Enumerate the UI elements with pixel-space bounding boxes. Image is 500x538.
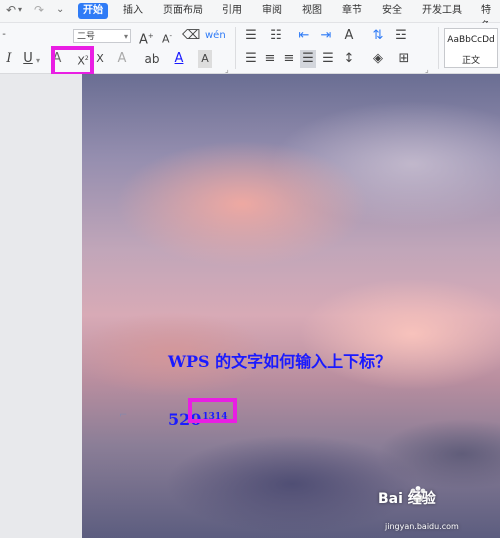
sort-icon[interactable]: ⇅ (370, 27, 386, 45)
decrease-font-icon[interactable]: A- (160, 27, 174, 46)
char-border-icon[interactable]: A (198, 50, 212, 68)
tab-view[interactable]: 视图 (302, 3, 322, 19)
bullets-icon[interactable]: ☰ (243, 27, 259, 45)
numbering-icon[interactable]: ☷ (268, 27, 284, 45)
font-size-select[interactable]: 二号 ▾ (73, 29, 131, 43)
italic-icon[interactable]: I (4, 50, 14, 68)
font-name-edge[interactable]: - (0, 26, 8, 44)
underline-dropdown-icon[interactable]: ▾ (36, 52, 40, 70)
tab-references[interactable]: 引用 (222, 3, 242, 19)
watermark-url: jingyan.baidu.com (385, 522, 459, 531)
tab-chapter[interactable]: 章节 (342, 3, 362, 19)
quick-access-more-icon[interactable]: ⌄ (56, 2, 64, 18)
align-center-icon[interactable]: ≡ (262, 50, 278, 68)
clear-format-icon[interactable]: ⌫ (182, 27, 200, 45)
increase-indent-icon[interactable]: ⇥ (318, 27, 334, 45)
left-gutter (0, 74, 82, 538)
style-preview-text: AaBbCcDd (447, 35, 495, 45)
increase-font-icon[interactable]: A+ (139, 27, 154, 47)
font-color-icon[interactable]: A (172, 50, 186, 68)
distributed-icon[interactable]: ☰ (320, 50, 336, 68)
align-left-icon[interactable]: ☰ (243, 50, 259, 68)
tab-features[interactable]: 特色 (481, 3, 500, 32)
borders-icon[interactable]: ⊞ (396, 50, 412, 68)
justify-icon[interactable]: ☰ (300, 50, 316, 68)
tab-page-layout[interactable]: 页面布局 (163, 3, 203, 19)
tab-insert[interactable]: 插入 (123, 3, 143, 19)
redo-icon[interactable]: ↷ (34, 2, 44, 18)
chinese-layout-icon[interactable]: A (341, 27, 357, 45)
line-spacing-icon[interactable]: ↕ (341, 50, 357, 68)
underline-icon[interactable]: U (22, 50, 34, 68)
chevron-down-icon: ▾ (123, 32, 128, 41)
highlight-icon[interactable]: ab (143, 50, 161, 68)
superscript-highlight-box (51, 46, 94, 76)
menu-bar: ↶ ▾ ↷ ⌄ 开始 插入 页面布局 引用 审阅 视图 章节 安全 开发工具 特… (0, 0, 500, 32)
document-title-line[interactable]: WPS 的文字如何输入上下标？ (168, 348, 391, 372)
pinyin-icon[interactable]: wén (205, 27, 226, 45)
separator (438, 27, 439, 69)
font-size-value: 二号 (77, 32, 96, 42)
superscript-result-highlight-box (188, 398, 237, 423)
separator (235, 27, 236, 69)
tab-home[interactable]: 开始 (78, 3, 108, 19)
tab-developer[interactable]: 开发工具 (422, 3, 462, 19)
decrease-indent-icon[interactable]: ⇤ (296, 27, 312, 45)
undo-dropdown-icon[interactable]: ▾ (18, 2, 22, 18)
align-right-icon[interactable]: ≡ (281, 50, 297, 68)
tab-review[interactable]: 审阅 (262, 3, 282, 19)
paragraph-mark-icon: ⌐ (119, 410, 128, 421)
document-page[interactable]: WPS 的文字如何输入上下标？ ⌐ 5201314 (82, 74, 500, 538)
show-marks-icon[interactable]: ☲ (393, 27, 409, 45)
baidu-jingyan-watermark: Bai 经验 (378, 491, 436, 507)
style-normal-button[interactable]: AaBbCcDd 正文 (444, 28, 498, 68)
subscript-icon[interactable]: X (95, 50, 105, 68)
shading-icon[interactable]: ◈ (370, 50, 386, 68)
undo-icon[interactable]: ↶ (6, 2, 16, 18)
text-effect-icon[interactable]: A (115, 50, 129, 68)
style-name-label: 正文 (461, 56, 480, 66)
tab-security[interactable]: 安全 (382, 3, 402, 19)
